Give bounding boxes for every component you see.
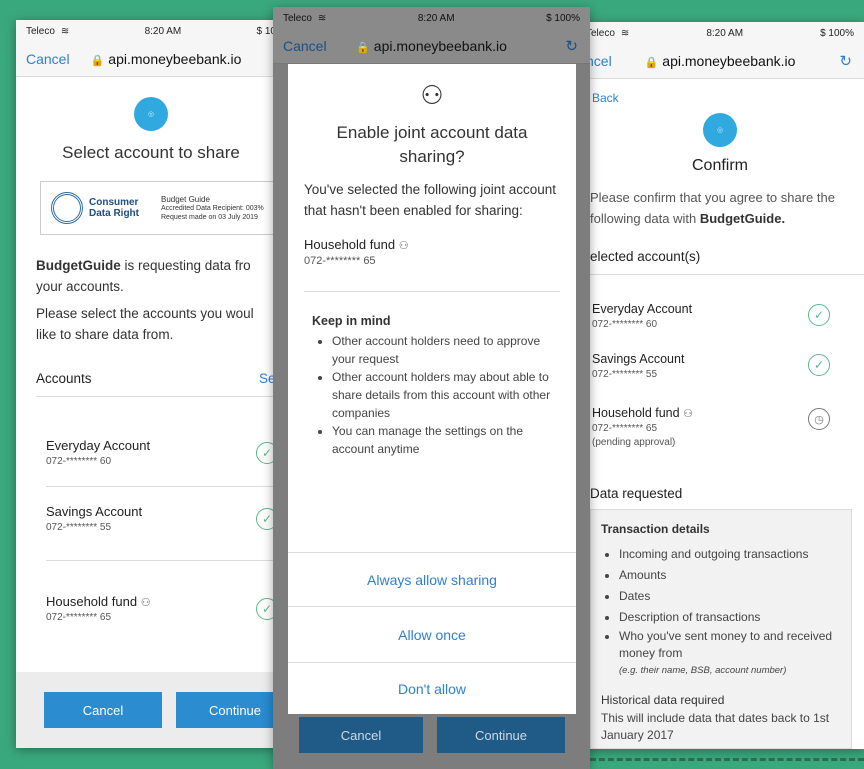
keep-in-mind-item: Other account holders need to approve yo… — [332, 332, 558, 368]
url-display[interactable]: 🔒 api.moneybeebank.io — [576, 53, 864, 69]
carrier: Teleco — [586, 27, 615, 39]
clock: 8:20 AM — [144, 25, 182, 37]
joint-account-icon: ⚇ — [140, 597, 151, 609]
transaction-title: Transaction details — [601, 522, 710, 536]
list-item: Savings Account 072-******** 55 ✓ — [592, 352, 864, 380]
cdr-label-1: Consumer — [89, 197, 139, 208]
selected-accounts-header: elected account(s) — [590, 249, 701, 264]
accounts-header: Accounts Sele — [36, 371, 286, 386]
status-bar: Teleco ≋ 8:20 AM $ 10 — [16, 20, 286, 42]
list-item[interactable]: Everyday Account 072-******** 60 ✓ — [46, 438, 286, 488]
joint-account-name: Household fund — [304, 237, 396, 252]
cancel-button[interactable]: Cancel — [299, 717, 423, 753]
data-item: Dates — [619, 586, 841, 607]
lock-icon: 🔒 — [356, 42, 370, 54]
account-name: Savings Account — [46, 504, 143, 519]
list-item[interactable]: Savings Account 072-******** 55 ✓ — [46, 504, 286, 554]
data-example: (e.g. their name, BSB, account number) — [619, 665, 787, 676]
dialog-title: Enable joint account data sharing? — [336, 123, 528, 166]
list-item: Household fund ⚇ 072-******** 65 (pendin… — [592, 406, 864, 448]
account-number: 072-******** 65 — [46, 612, 112, 623]
data-requested-panel: Transaction details Incoming and outgoin… — [590, 509, 852, 749]
joint-account-icon: ⚇ — [683, 408, 693, 420]
data-item: Amounts — [619, 565, 841, 586]
approved-check-icon: ✓ — [808, 354, 830, 376]
keep-in-mind-item: Other account holders may about able to … — [332, 368, 558, 422]
lock-icon: 🔒 — [90, 55, 105, 67]
confirm-brand: BudgetGuide. — [699, 211, 786, 226]
keep-in-mind-title: Keep in mind — [312, 314, 391, 328]
account-number: 072-******** 55 — [46, 522, 112, 533]
dashed-divider — [590, 758, 864, 761]
clock: 8:20 AM — [706, 27, 744, 39]
logo-icon: ◎ — [703, 113, 737, 147]
continue-button[interactable]: Continue — [176, 692, 286, 728]
confirm-message: Please confirm that you agree to share t… — [590, 187, 850, 229]
url-display[interactable]: 🔒 api.moneybeebank.io — [273, 38, 590, 54]
logo-icon: ◎ — [134, 97, 168, 131]
instruction-text: Please select the accounts you woul like… — [36, 306, 254, 342]
account-number: 072-******** 60 — [46, 456, 112, 467]
reload-icon[interactable]: ↻ — [839, 52, 852, 70]
phone-confirm: Teleco ≋ 8:20 AM $ 100% ncel 🔒 api.moneybe… — [576, 22, 864, 749]
battery-label: $ 100% — [820, 27, 854, 39]
browser-bar: Cancel 🔒 api.moneybeebank.io — [16, 42, 286, 77]
historical-text: This will include data that dates back t… — [601, 711, 830, 742]
keep-in-mind-item: You can manage the settings on the accou… — [332, 422, 558, 458]
wifi-icon: ≋ — [60, 25, 70, 37]
recipient-accreditation: Accredited Data Recipient: 003% — [161, 204, 264, 212]
clock-icon: ◷ — [808, 408, 830, 430]
list-item: Everyday Account 072-******** 60 ✓ — [592, 302, 864, 330]
lock-icon: 🔒 — [644, 57, 659, 69]
continue-button[interactable]: Continue — [437, 717, 565, 753]
account-name: Everyday Account — [46, 438, 151, 453]
clock: 8:20 AM — [417, 12, 455, 24]
page-title: Select account to share — [62, 143, 240, 162]
accounts-title: Accounts — [36, 371, 92, 386]
phone-select-account: Teleco ≋ 8:20 AM $ 10 Cancel 🔒 api.moneybe… — [16, 20, 286, 748]
browser-bar: ncel 🔒 api.moneybeebank.io ↻ — [576, 44, 864, 79]
data-item: Description of transactions — [619, 607, 841, 628]
requester-name: BudgetGuide — [36, 258, 121, 273]
carrier: Teleco — [26, 25, 55, 37]
request-date: Request made on 03 July 2019 — [161, 213, 258, 221]
account-name: Household fund — [46, 594, 138, 609]
page-title: Confirm — [691, 157, 748, 174]
joint-account-icon: ⚇ — [398, 240, 409, 252]
reload-icon[interactable]: ↻ — [565, 37, 578, 55]
account-name: Household fund — [592, 406, 680, 420]
request-message: BudgetGuide is requesting data fro your … — [36, 255, 266, 297]
recipient-name: Budget Guide — [161, 194, 210, 204]
dont-allow-button[interactable]: Don't allow — [288, 663, 576, 714]
cdr-logo-icon — [51, 192, 83, 224]
pending-note: (pending approval) — [592, 437, 676, 448]
data-item: Who you've sent money to and received mo… — [619, 628, 841, 679]
always-allow-button[interactable]: Always allow sharing — [288, 553, 576, 606]
historical-title: Historical data required — [601, 693, 725, 707]
data-item: Incoming and outgoing transactions — [619, 544, 841, 565]
status-bar: Teleco ≋ 8:20 AM $ 100% — [576, 22, 864, 44]
wifi-icon: ≋ — [317, 12, 327, 24]
joint-account-number: 072-******** 65 — [304, 255, 376, 267]
back-link[interactable]: Back — [592, 91, 864, 105]
carrier: Teleco — [283, 12, 312, 24]
allow-once-button[interactable]: Allow once — [288, 607, 576, 662]
wifi-icon: ≋ — [620, 27, 630, 39]
joint-account-dialog: ⚇ Enable joint account data sharing? You… — [288, 64, 576, 714]
cdr-banner: Consumer Data Right Budget Guide Accredi… — [40, 181, 286, 235]
cancel-button[interactable]: Cancel — [44, 692, 162, 728]
list-item[interactable]: Household fund ⚇ 072-******** 65 ✓ — [46, 594, 286, 644]
url-display[interactable]: 🔒 api.moneybeebank.io — [46, 51, 286, 67]
group-icon: ⚇ — [420, 80, 444, 110]
bank-logo: ◎ — [576, 105, 864, 147]
phone-joint-account-modal: Teleco ≋ 8:20 AM $ 100% Cancel 🔒 api.money… — [273, 7, 590, 769]
dialog-message: You've selected the following joint acco… — [304, 182, 556, 218]
status-bar: Teleco ≋ 8:20 AM $ 100% — [273, 7, 590, 29]
browser-bar: Cancel 🔒 api.moneybeebank.io ↻ — [273, 29, 590, 64]
data-requested-header: Data requested — [590, 486, 683, 501]
battery-label: $ 100% — [546, 12, 580, 24]
bank-logo: ◎ — [16, 77, 286, 131]
cdr-label-2: Data Right — [89, 208, 139, 219]
approved-check-icon: ✓ — [808, 304, 830, 326]
